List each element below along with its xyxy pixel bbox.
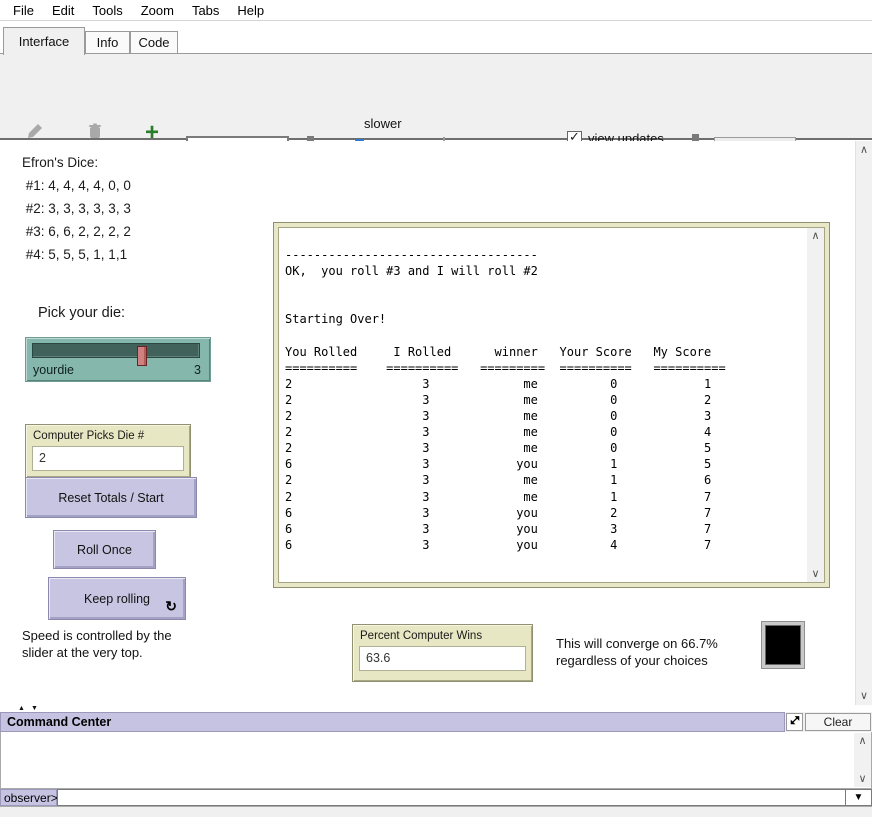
monitor-value: 63.6 [360,647,525,665]
command-center-header: Command Center Clear [0,712,872,732]
pick-your-die-label: Pick your die: [38,305,125,321]
output-scrollbar[interactable]: ∧ ∨ [807,228,824,582]
canvas-scrollbar[interactable]: ∧ ∨ [855,141,872,705]
computer-picks-die-monitor: Computer Picks Die # 2 [25,424,191,478]
scroll-up-icon[interactable]: ∧ [854,734,871,748]
roll-once-button[interactable]: Roll Once [53,530,156,569]
monitor-value-field: 63.6 [359,646,526,671]
keep-rolling-label: Keep rolling [84,592,150,606]
output-text: ----------------------------------- OK, … [285,231,805,581]
tab-strip: Interface Info Code [0,22,872,54]
keep-rolling-button[interactable]: Keep rolling ↻ [48,577,186,620]
game-output-area: ----------------------------------- OK, … [273,222,830,588]
observer-prompt: observer> [0,789,57,806]
reset-totals-button[interactable]: Reset Totals / Start [25,477,197,518]
window-bottom-strip [0,806,872,817]
monitor-value: 2 [33,447,183,465]
splitter-down-icon[interactable]: ▼ [31,705,38,712]
observer-command-row: observer> ▼ [0,789,872,806]
menu-zoom[interactable]: Zoom [132,1,183,20]
speed-slider-slower-label: slower [364,116,402,131]
monitor-value-field: 2 [32,446,184,471]
world-view[interactable] [762,622,804,668]
command-input[interactable] [57,789,846,806]
yourdie-slider-thumb[interactable] [137,346,147,366]
speed-hint-note: Speed is controlled by the slider at the… [22,627,172,661]
expand-icon [789,713,801,731]
command-center-output: ∧ ∨ [0,732,872,789]
menu-tabs[interactable]: Tabs [183,1,228,20]
forever-icon: ↻ [165,598,177,615]
scroll-up-icon[interactable]: ∧ [856,143,872,157]
yourdie-slider-value: 3 [194,363,201,377]
yourdie-slider-name: yourdie [33,363,74,377]
menu-tools[interactable]: Tools [83,1,131,20]
menu-file[interactable]: File [4,1,43,20]
command-history-button[interactable]: ▼ [846,789,872,806]
yourdie-slider-groove [32,343,200,358]
converge-note: This will converge on 66.7% regardless o… [556,635,718,669]
monitor-label: Percent Computer Wins [360,630,482,642]
scroll-up-icon[interactable]: ∧ [807,229,824,243]
scroll-down-icon[interactable]: ∨ [807,567,824,581]
netlogo-window: File Edit Tools Zoom Tabs Help Interface… [0,0,872,817]
menu-bar: File Edit Tools Zoom Tabs Help [0,0,872,21]
percent-computer-wins-monitor: Percent Computer Wins 63.6 [352,624,533,682]
yourdie-slider[interactable]: yourdie 3 [25,337,211,382]
scroll-down-icon[interactable]: ∨ [856,689,872,703]
clear-button[interactable]: Clear [805,713,871,731]
command-center-scrollbar[interactable]: ∧ ∨ [854,733,871,787]
splitter-up-icon[interactable]: ▲ [18,705,25,712]
expand-button[interactable] [786,713,803,731]
tab-info[interactable]: Info [85,31,130,54]
scroll-down-icon[interactable]: ∨ [854,772,871,786]
menu-edit[interactable]: Edit [43,1,83,20]
tab-code[interactable]: Code [130,31,178,54]
command-center-splitter[interactable]: ▲ ▼ [0,705,872,712]
interface-canvas: Efron's Dice: #1: 4, 4, 4, 4, 0, 0 #2: 3… [0,141,872,705]
toolbar: Edit Delete + Add ▾ abc Button ▼ [0,54,872,140]
history-dropdown-icon: ▼ [854,792,864,803]
tab-interface[interactable]: Interface [3,27,85,55]
menu-help[interactable]: Help [228,1,273,20]
command-center-title: Command Center [1,715,111,729]
efrons-dice-note: Efron's Dice: #1: 4, 4, 4, 4, 0, 0 #2: 3… [22,151,131,266]
monitor-label: Computer Picks Die # [33,430,144,442]
command-center-title-bar: Command Center [0,712,785,732]
